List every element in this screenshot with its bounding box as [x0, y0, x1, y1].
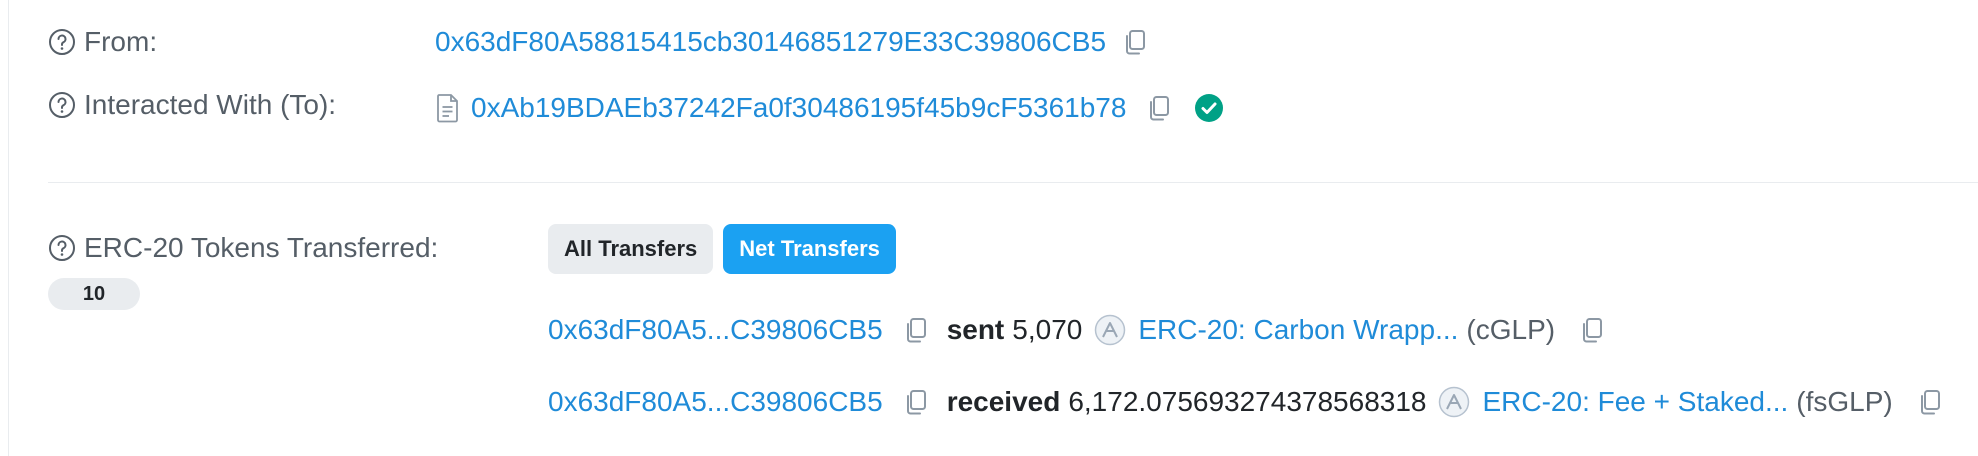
transfer-action: sent [946, 314, 1005, 345]
token-symbol: (fsGLP) [1796, 386, 1893, 417]
token-logo-icon [1095, 314, 1126, 346]
interacted-label: Interacted With (To): [84, 89, 337, 120]
copy-icon[interactable] [1144, 93, 1174, 123]
copy-icon[interactable] [901, 387, 931, 417]
tokens-label: ERC-20 Tokens Transferred: [84, 232, 439, 263]
copy-icon[interactable] [901, 315, 931, 345]
from-row: From: 0x63dF80A58815415cb30146851279E33C… [48, 22, 1978, 62]
question-circle-icon[interactable] [48, 234, 76, 262]
transfer-action: received [946, 386, 1061, 417]
tokens-section: ERC-20 Tokens Transferred: 10 All Transf… [48, 224, 1978, 444]
transfer-address-link[interactable]: 0x63dF80A5...C39806CB5 [548, 386, 883, 418]
section-divider [48, 182, 1978, 183]
interacted-value: 0xAb19BDAEb37242Fa0f30486195f45b9cF5361b… [435, 88, 1224, 128]
from-label: From: [84, 26, 158, 57]
left-border [0, 0, 9, 456]
tab-all-transfers[interactable]: All Transfers [548, 224, 714, 274]
transfer-count-badge: 10 [48, 278, 140, 310]
tab-net-transfers[interactable]: Net Transfers [723, 224, 896, 274]
interacted-label-group: Interacted With (To): [48, 85, 336, 125]
from-address-link[interactable]: 0x63dF80A58815415cb30146851279E33C39806C… [435, 26, 1106, 58]
transfer-amount: 6,172.075693274378568318 [1068, 386, 1427, 417]
contract-file-icon [437, 94, 458, 123]
transfer-amount: 5,070 [1012, 314, 1083, 345]
tokens-label-group: ERC-20 Tokens Transferred: [48, 228, 438, 268]
token-name-link[interactable]: ERC-20: Fee + Staked... [1482, 386, 1788, 418]
transfer-row: 0x63dF80A5...C39806CB5 sent 5,070 ERC-20… [548, 310, 1607, 350]
interacted-address-link[interactable]: 0xAb19BDAEb37242Fa0f30486195f45b9cF5361b… [471, 92, 1126, 124]
token-name-link[interactable]: ERC-20: Carbon Wrapp... [1138, 314, 1458, 346]
transfer-row: 0x63dF80A5...C39806CB5 received 6,172.07… [548, 382, 1945, 422]
copy-icon[interactable] [1915, 387, 1945, 417]
from-value: 0x63dF80A58815415cb30146851279E33C39806C… [435, 22, 1150, 62]
token-symbol: (cGLP) [1466, 314, 1556, 345]
transfer-address-link[interactable]: 0x63dF80A5...C39806CB5 [548, 314, 883, 346]
token-logo-icon [1439, 386, 1470, 418]
from-label-group: From: [48, 22, 157, 62]
copy-icon[interactable] [1120, 27, 1150, 57]
question-circle-icon[interactable] [48, 28, 76, 56]
copy-icon[interactable] [1577, 315, 1607, 345]
transfer-tabs: All Transfers Net Transfers [548, 224, 896, 274]
verified-check-icon [1195, 94, 1224, 122]
question-circle-icon[interactable] [48, 91, 76, 119]
interacted-row: Interacted With (To): 0xAb19BDAEb37242Fa… [48, 78, 1978, 123]
